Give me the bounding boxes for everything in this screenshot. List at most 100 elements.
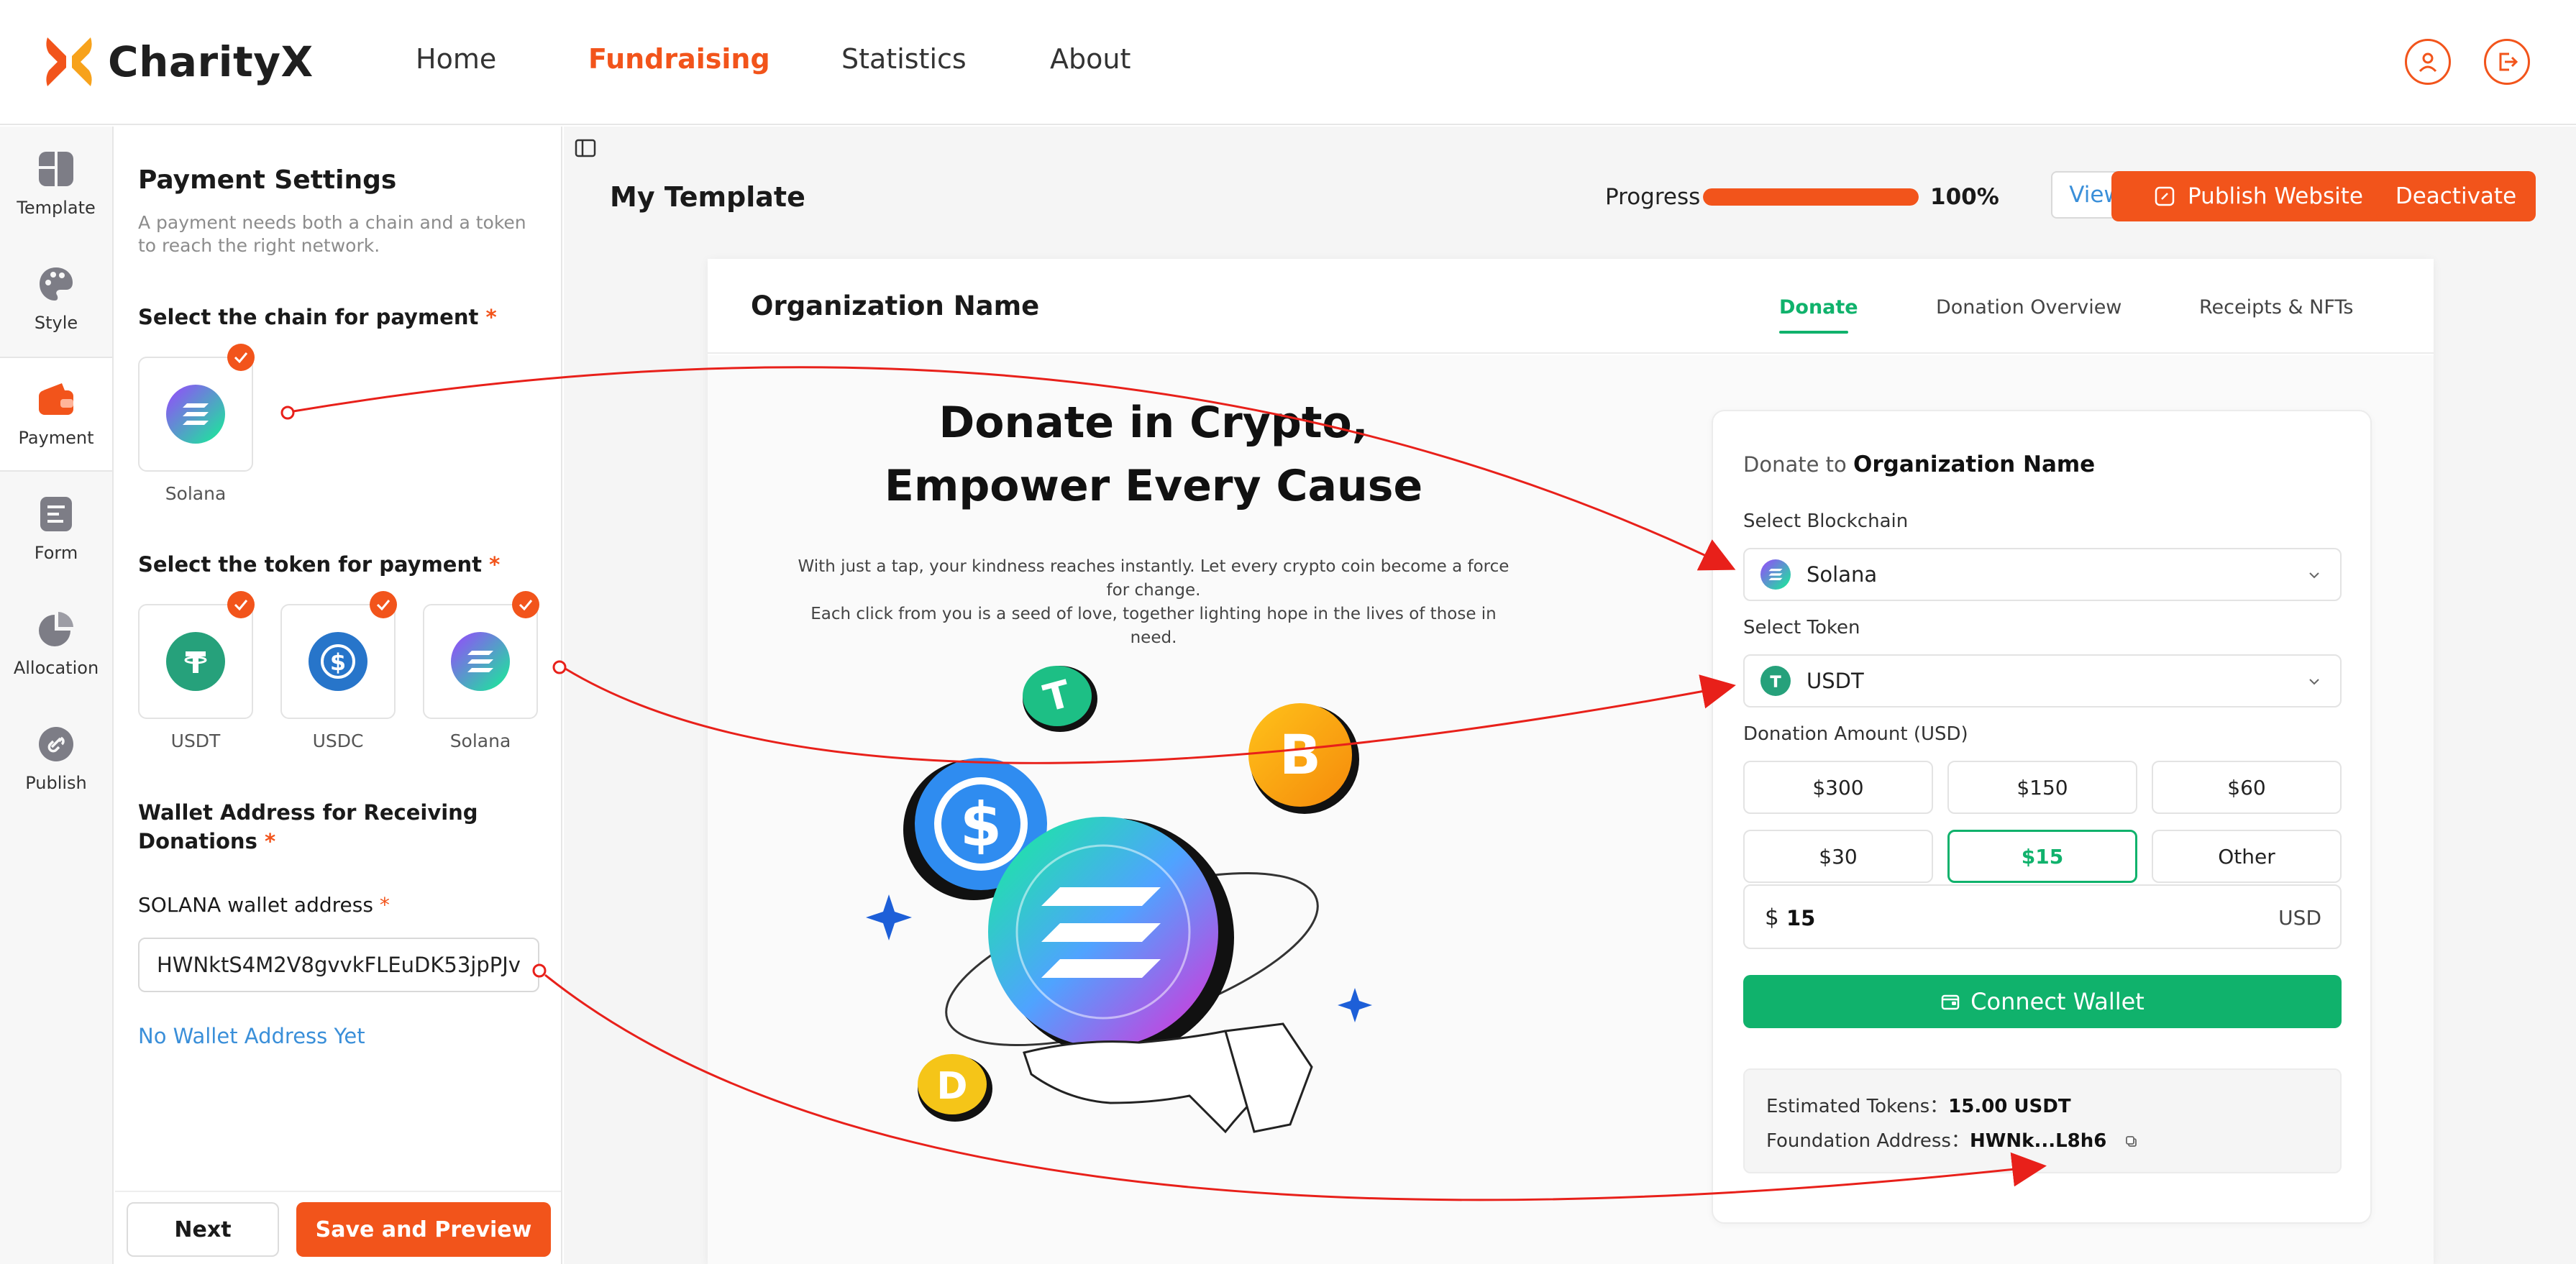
builder-step-rail: Template Style Payment Form Allocation P… — [0, 127, 114, 1264]
rail-item-allocation[interactable]: Allocation — [0, 587, 112, 702]
token-caption-usdc: USDC — [312, 731, 364, 751]
user-profile-button[interactable] — [2405, 39, 2451, 85]
check-icon — [370, 591, 397, 618]
wallet-section-line1: Wallet Address for Receiving — [138, 800, 478, 825]
sidebar-toggle-icon[interactable] — [574, 137, 597, 160]
usdt-icon — [166, 632, 225, 691]
chain-card-solana[interactable] — [138, 344, 255, 472]
amount-option-60[interactable]: $60 — [2152, 761, 2342, 814]
blockchain-label: Select Blockchain — [1743, 510, 1909, 532]
hero-subtitle-line1: With just a tap, your kindness reaches i… — [798, 557, 1509, 600]
deactivate-button[interactable]: Deactivate — [2376, 171, 2536, 221]
preview-tab-donate[interactable]: Donate — [1779, 296, 1858, 319]
app-name: CharityX — [108, 37, 314, 86]
nav-about[interactable]: About — [1050, 43, 1131, 75]
donate-to-heading: Donate to Organization Name — [1743, 452, 2095, 477]
nav-home[interactable]: Home — [416, 43, 496, 75]
solana-icon — [166, 385, 225, 444]
donate-to-org: Organization Name — [1853, 452, 2096, 477]
usdt-icon — [1760, 666, 1791, 696]
chain-section-label: Select the chain for payment * — [138, 305, 497, 329]
website-preview: Organization Name Donate Donation Overvi… — [708, 259, 2434, 1264]
usdc-icon: $ — [309, 632, 367, 691]
preview-tab-donation-overview[interactable]: Donation Overview — [1936, 296, 2121, 319]
donation-form-card: Donate to Organization Name Select Block… — [1712, 410, 2372, 1224]
amount-currency-symbol: $ — [1765, 905, 1779, 930]
save-and-preview-button[interactable]: Save and Preview — [296, 1202, 551, 1257]
solana-icon — [451, 632, 510, 691]
token-card-solana[interactable] — [423, 591, 539, 719]
rail-label-publish: Publish — [25, 773, 87, 793]
no-wallet-address-link[interactable]: No Wallet Address Yet — [138, 1024, 365, 1048]
hero-title: Donate in Crypto, Empower Every Cause — [794, 391, 1513, 518]
token-select[interactable]: USDT — [1743, 654, 2342, 707]
hero-subtitle-line2: Each click from you is a seed of love, t… — [810, 605, 1497, 647]
donate-to-prefix: Donate to — [1743, 452, 1847, 477]
required-mark: * — [489, 552, 501, 577]
wallet-icon — [39, 383, 73, 415]
publish-website-button[interactable]: Publish Website — [2111, 171, 2405, 221]
foundation-address-value: HWNk...L8h6 — [1969, 1130, 2107, 1152]
edit-square-icon — [2155, 186, 2175, 206]
amount-option-30[interactable]: $30 — [1743, 830, 1933, 883]
preview-org-name: Organization Name — [751, 290, 1040, 321]
preview-tab-receipts-nfts[interactable]: Receipts & NFTs — [2199, 296, 2353, 319]
blockchain-select[interactable]: Solana — [1743, 548, 2342, 601]
amount-option-15[interactable]: $15 — [1947, 830, 2137, 883]
progress-bar — [1703, 188, 1919, 206]
blockchain-value: Solana — [1807, 562, 1878, 587]
check-icon — [227, 344, 255, 371]
pie-chart-icon — [39, 612, 73, 646]
main-content: My Template Progress 100% View Publish W… — [564, 127, 2576, 1264]
foundation-address: Foundation Address：HWNk...L8h6 — [1766, 1126, 2139, 1153]
check-icon — [227, 591, 255, 618]
panel-footer: Next Save and Preview — [115, 1191, 561, 1264]
amount-unit: USD — [2278, 906, 2321, 930]
chevron-down-icon — [2309, 572, 2319, 579]
token-label: Select Token — [1743, 617, 1860, 638]
next-button[interactable]: Next — [127, 1202, 279, 1257]
nav-statistics[interactable]: Statistics — [841, 43, 967, 75]
panel-description: A payment needs both a chain and a token… — [138, 212, 526, 256]
amount-option-300[interactable]: $300 — [1743, 761, 1933, 814]
copy-icon[interactable] — [2124, 1135, 2139, 1149]
wallet-section-label: Wallet Address for Receiving Donations * — [138, 798, 478, 856]
token-value: USDT — [1807, 669, 1864, 693]
template-icon — [39, 152, 73, 186]
rail-item-form[interactable]: Form — [0, 472, 112, 587]
logout-button[interactable] — [2484, 39, 2530, 85]
connect-wallet-button[interactable]: Connect Wallet — [1743, 975, 2342, 1028]
payment-settings-panel: Payment Settings A payment needs both a … — [115, 127, 562, 1264]
amount-option-150[interactable]: $150 — [1947, 761, 2137, 814]
wallet-address-input[interactable] — [138, 938, 539, 992]
amount-option-other[interactable]: Other — [2152, 830, 2342, 883]
hero-title-line1: Donate in Crypto, — [938, 398, 1369, 448]
token-card-usdt[interactable] — [138, 591, 255, 719]
required-mark: * — [485, 305, 497, 329]
user-icon — [2419, 52, 2437, 73]
hero-title-line2: Empower Every Cause — [884, 461, 1423, 511]
connect-wallet-label: Connect Wallet — [1970, 988, 2145, 1015]
rail-label-template: Template — [17, 198, 96, 218]
rail-item-publish[interactable]: Publish — [0, 702, 112, 817]
rail-item-payment[interactable]: Payment — [0, 357, 112, 472]
nav-fundraising[interactable]: Fundraising — [588, 43, 770, 75]
wallet-field-text: SOLANA wallet address — [138, 893, 373, 917]
wallet-field-label: SOLANA wallet address * — [138, 893, 390, 917]
donation-summary: Estimated Tokens：15.00 USDT Foundation A… — [1743, 1068, 2342, 1173]
rail-item-template[interactable]: Template — [0, 127, 112, 242]
check-icon — [512, 591, 539, 618]
wallet-icon — [1941, 994, 1960, 1010]
rail-item-style[interactable]: Style — [0, 242, 112, 357]
required-mark: * — [264, 829, 276, 853]
wallet-section-line2: Donations — [138, 829, 257, 853]
amount-input[interactable]: $ 15 USD — [1743, 884, 2342, 949]
chain-caption-solana: Solana — [165, 483, 227, 504]
amount-label: Donation Amount (USD) — [1743, 723, 1968, 745]
token-caption-solana: Solana — [449, 731, 511, 751]
token-section-text: Select the token for payment — [138, 552, 482, 577]
charityx-logo[interactable]: CharityX — [45, 33, 314, 91]
estimated-tokens-label: Estimated Tokens： — [1766, 1096, 1949, 1117]
token-card-usdc[interactable]: $ — [280, 591, 397, 719]
palette-icon — [40, 267, 73, 301]
